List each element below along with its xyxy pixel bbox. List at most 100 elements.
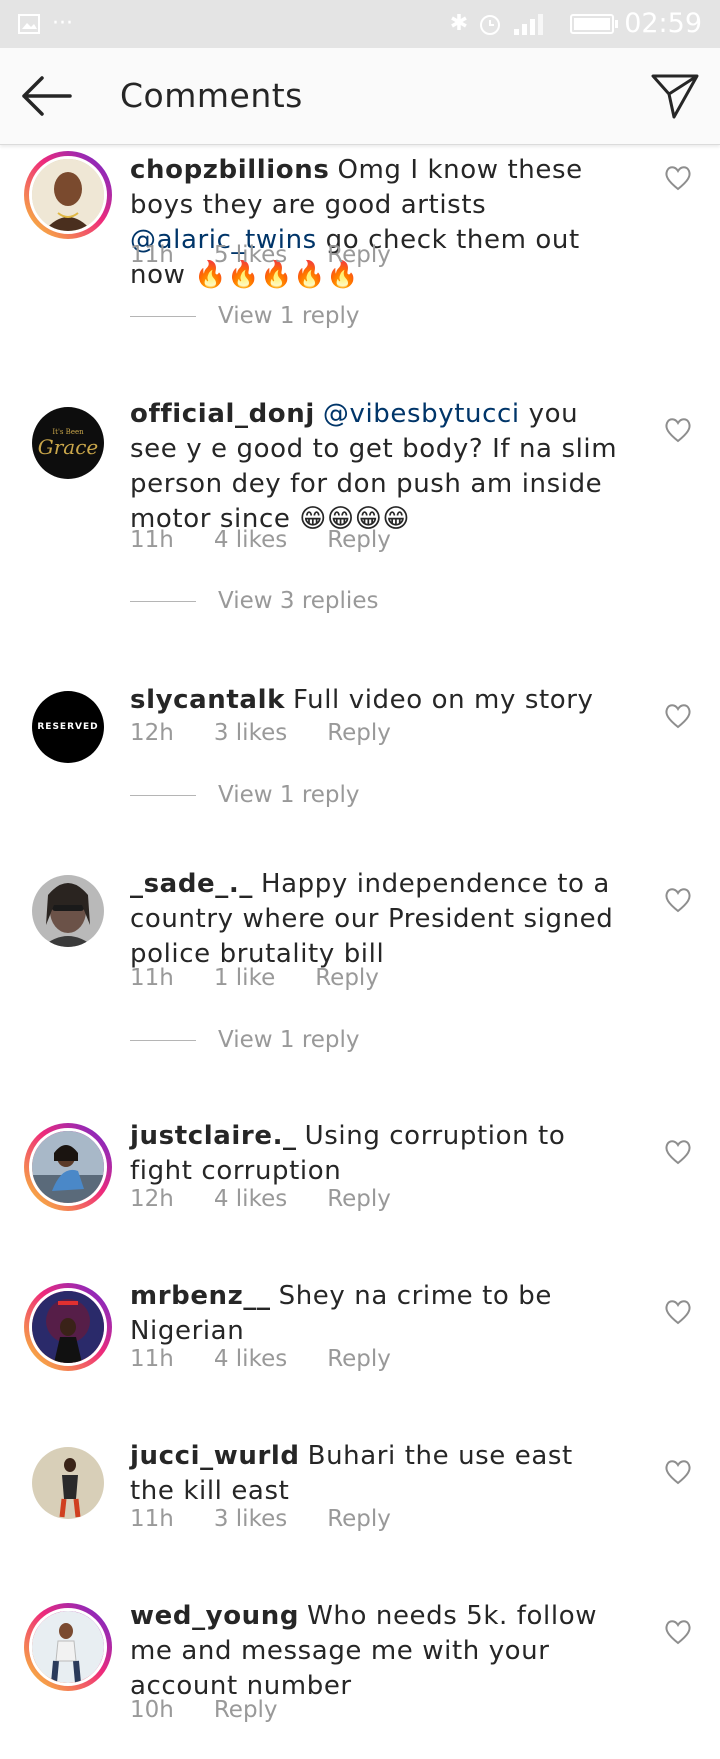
avatar [29,1288,107,1366]
like-heart-icon[interactable] [664,417,692,443]
avatar-wrap[interactable] [24,867,112,955]
comment-item: mrbenz__ Shey na crime to be Nigerian 11h… [0,1279,720,1419]
avatar [29,156,107,234]
comment-likes[interactable]: 3 likes [214,720,287,746]
comment-likes[interactable]: 1 like [214,965,275,991]
comment-meta: 12h 4 likes Reply [130,1186,391,1212]
avatar-image [32,1447,104,1519]
reply-button[interactable]: Reply [327,242,391,268]
view-replies-label: View 3 replies [218,588,379,614]
status-time: 02:59 [624,8,702,39]
comment-meta: 11h 3 likes Reply [130,1506,391,1532]
reply-button[interactable]: Reply [315,965,379,991]
avatar-wrap[interactable] [24,1439,112,1527]
comment-username[interactable]: jucci_wurld [130,1441,300,1471]
comment-time: 12h [130,1186,174,1212]
view-replies-label: View 1 reply [218,1027,360,1053]
comment-likes[interactable]: 3 likes [214,1506,287,1532]
status-right: ✱ 02:59 [450,8,702,39]
like-heart-icon[interactable] [664,1299,692,1325]
avatar [32,875,104,947]
comment-mention[interactable]: @vibesbytucci [323,399,520,429]
view-replies-line [130,600,196,602]
comment-time: 11h [130,965,174,991]
avatar-story-ring[interactable] [24,151,112,239]
comment-item: justclaire._ Using corruption to fight co… [0,1119,720,1259]
comment-meta: 11h 5 likes Reply [130,242,391,268]
avatar-story-ring[interactable] [24,1283,112,1371]
back-arrow-icon[interactable] [20,74,72,118]
comment-body: chopzbillions Omg I know these boys they … [130,153,620,293]
like-heart-icon[interactable] [664,1459,692,1485]
view-replies-line [130,794,196,796]
comment-item: RESERVED slycantalk Full video on my stor… [0,683,720,873]
avatar-text: Grace [37,435,99,459]
avatar: RESERVED [32,691,104,763]
avatar [32,1447,104,1519]
alarm-icon [480,14,501,35]
like-heart-icon[interactable] [664,703,692,729]
comment-time: 10h [130,1697,174,1723]
avatar-image [32,1611,104,1683]
avatar-wrap[interactable]: It's Been Grace [24,399,112,487]
comment-time: 12h [130,720,174,746]
comment-username[interactable]: official_donj [130,399,315,429]
reply-button[interactable]: Reply [214,1697,278,1723]
view-replies-button[interactable]: View 1 reply [130,1027,360,1053]
avatar-story-ring[interactable] [24,1603,112,1691]
avatar [29,1608,107,1686]
comments-header: Comments [0,48,720,145]
comment-body: wed_young Who needs 5k. follow me and mes… [130,1599,620,1704]
comment-likes[interactable]: 4 likes [214,527,287,553]
comment-username[interactable]: wed_young [130,1601,299,1631]
view-replies-label: View 1 reply [218,782,360,808]
reply-button[interactable]: Reply [327,1506,391,1532]
reply-button[interactable]: Reply [327,527,391,553]
comment-item: _sade_._ Happy independence to a country … [0,867,720,1097]
battery-icon [570,13,619,34]
comment-likes[interactable]: 5 likes [214,242,287,268]
comment-time: 11h [130,242,174,268]
status-bar: ··· ✱ 02:59 [0,0,720,48]
comment-meta: 11h 4 likes Reply [130,527,391,553]
comment-username[interactable]: mrbenz__ [130,1281,271,1311]
page-title: Comments [120,76,303,115]
avatar-image [32,875,104,947]
reply-button[interactable]: Reply [327,720,391,746]
comment-username[interactable]: slycantalk [130,685,285,715]
comment-likes[interactable]: 4 likes [214,1346,287,1372]
like-heart-icon[interactable] [664,1619,692,1645]
comment-time: 11h [130,527,174,553]
view-replies-button[interactable]: View 3 replies [130,588,378,614]
comment-username[interactable]: _sade_._ [130,869,253,899]
comment-item: It's Been Grace official_donj @vibesbytuc… [0,397,720,647]
comment-body: _sade_._ Happy independence to a country … [130,867,620,972]
comment-body: mrbenz__ Shey na crime to be Nigerian [130,1279,620,1349]
like-heart-icon[interactable] [664,165,692,191]
comment-time: 11h [130,1346,174,1372]
reply-button[interactable]: Reply [327,1346,391,1372]
avatar-image [32,1291,104,1363]
view-replies-label: View 1 reply [218,303,360,329]
comment-text: Full video on my story [292,685,594,715]
comment-likes[interactable]: 4 likes [214,1186,287,1212]
comment-meta: 10h Reply [130,1697,278,1723]
comment-item: jucci_wurld Buhari the use east the kill … [0,1439,720,1579]
avatar [29,1128,107,1206]
view-replies-line [130,315,196,317]
status-left: ··· [18,10,73,38]
view-replies-button[interactable]: View 1 reply [130,303,360,329]
avatar-image [32,159,104,231]
like-heart-icon[interactable] [664,887,692,913]
view-replies-button[interactable]: View 1 reply [130,782,360,808]
send-direct-icon[interactable] [650,72,700,120]
comment-username[interactable]: justclaire._ [130,1121,297,1151]
comment-username[interactable]: chopzbillions [130,155,329,185]
like-heart-icon[interactable] [664,1139,692,1165]
avatar-story-ring[interactable] [24,1123,112,1211]
reply-button[interactable]: Reply [327,1186,391,1212]
comment-meta: 11h 4 likes Reply [130,1346,391,1372]
avatar-wrap[interactable]: RESERVED [24,683,112,771]
comment-time: 11h [130,1506,174,1532]
comment-body: jucci_wurld Buhari the use east the kill … [130,1439,620,1509]
